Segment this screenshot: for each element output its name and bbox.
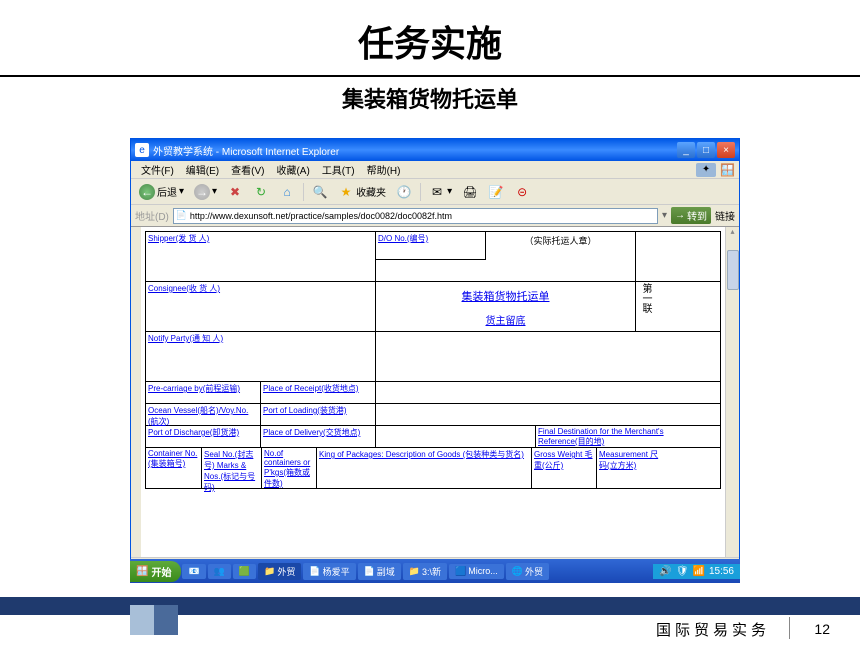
url-text: http://www.dexunsoft.net/practice/sample… — [190, 211, 452, 221]
task-item-4[interactable]: 📁 3:\新 — [403, 563, 447, 580]
back-button[interactable]: ←后退 ▾ — [135, 182, 188, 202]
home-button[interactable]: ⌂ — [275, 182, 299, 202]
print-icon: 🖨 — [462, 184, 478, 200]
copy-label: 第一联 — [638, 283, 653, 313]
mail-icon: ✉ — [429, 184, 445, 200]
maximize-button[interactable]: □ — [697, 142, 715, 158]
ocean-vessel-label[interactable]: Ocean Vessel(船名)/Voy.No.(航次) — [148, 406, 248, 426]
search-button[interactable]: 🔍 — [308, 182, 332, 202]
task-item-2[interactable]: 📄 杨爱平 — [303, 563, 355, 580]
address-label: 地址(D) — [135, 208, 169, 223]
back-icon: ← — [139, 184, 155, 200]
history-button[interactable]: 🕐 — [392, 182, 416, 202]
document-title[interactable]: 集装箱货物托运单 — [378, 288, 633, 304]
stop-icon: ✖ — [227, 184, 243, 200]
tray-icon-3[interactable]: 📶 — [693, 566, 705, 577]
quick-launch-3[interactable]: 🟩 — [233, 564, 256, 579]
close-button[interactable]: × — [717, 142, 735, 158]
windows-flag-icon: 🪟 — [720, 163, 735, 177]
links-label[interactable]: 链接 — [715, 208, 735, 223]
toolbar: ←后退 ▾ → ▾ ✖ ↻ ⌂ 🔍 ★收藏夹 🕐 ✉▾ 🖨 📝 ⊝ — [131, 179, 739, 205]
scroll-thumb[interactable] — [727, 250, 739, 290]
footer-text: 国际贸易实务 — [656, 619, 770, 640]
print-button[interactable]: 🖨 — [458, 182, 482, 202]
edit-button[interactable]: 📝 — [484, 182, 508, 202]
port-discharge-label[interactable]: Port of Discharge(卸货港) — [148, 428, 239, 437]
minimize-button[interactable]: _ — [677, 142, 695, 158]
menu-view[interactable]: 查看(V) — [225, 162, 270, 177]
task-item-3[interactable]: 📄 副域 — [358, 563, 401, 580]
go-button[interactable]: → 转到 — [671, 207, 711, 224]
history-icon: 🕐 — [396, 184, 412, 200]
edit-icon: 📝 — [488, 184, 504, 200]
seal-no-label[interactable]: Seal No.(封志号) Marks & Nos.(标记与号码) — [204, 450, 255, 492]
document-subtitle[interactable]: 货主留底 — [378, 312, 633, 327]
window-title: 外贸教学系统 - Microsoft Internet Explorer — [153, 143, 677, 158]
task-item-5[interactable]: 🟦 Micro... — [449, 564, 504, 579]
refresh-icon: ↻ — [253, 184, 269, 200]
menu-edit[interactable]: 编辑(E) — [180, 162, 225, 177]
start-button[interactable]: 🪟 开始 — [130, 561, 181, 582]
final-dest-label[interactable]: Final Destination for the Merchant's Ref… — [538, 427, 664, 446]
browser-window: e 外贸教学系统 - Microsoft Internet Explorer _… — [130, 138, 740, 568]
address-input[interactable]: 📄 http://www.dexunsoft.net/practice/samp… — [173, 208, 658, 224]
taskbar: 🪟 开始 📧 👥 🟩 📁 外贸 📄 杨爱平 📄 副域 📁 3:\新 🟦 Micr… — [130, 559, 740, 583]
search-icon: 🔍 — [312, 184, 328, 200]
shipper-label[interactable]: Shipper(发 货 人) — [148, 234, 209, 243]
stop-button[interactable]: ✖ — [223, 182, 247, 202]
menu-help[interactable]: 帮助(H) — [361, 162, 407, 177]
booking-no-label[interactable]: D/O No.(编号) — [378, 234, 428, 243]
slide-subtitle: 集装箱货物托运单 — [0, 77, 860, 119]
menu-tools[interactable]: 工具(T) — [316, 162, 361, 177]
slide-title: 任务实施 — [0, 0, 860, 75]
place-receipt-label[interactable]: Place of Receipt(收货地点) — [263, 384, 359, 393]
no-containers-label[interactable]: No.of containers or P'kgs(箱数或件数) — [264, 449, 310, 488]
page-icon: 📄 — [176, 210, 188, 222]
titlebar: e 外贸教学系统 - Microsoft Internet Explorer _… — [131, 139, 739, 161]
menu-favorites[interactable]: 收藏(A) — [270, 162, 315, 177]
consignee-label[interactable]: Consignee(收 货 人) — [148, 284, 220, 293]
precarriage-label[interactable]: Pre-carriage by(前程运输) — [148, 384, 240, 393]
kind-packages-label[interactable]: King of Packages: Description of Goods (… — [319, 450, 524, 459]
discuss-icon: ⊝ — [514, 184, 530, 200]
tray-icon-2[interactable]: 🛡 — [676, 566, 689, 577]
refresh-button[interactable]: ↻ — [249, 182, 273, 202]
quick-launch-1[interactable]: 📧 — [182, 564, 205, 579]
forward-icon: → — [194, 184, 210, 200]
menu-file[interactable]: 文件(F) — [135, 162, 180, 177]
tray-time: 15:56 — [709, 566, 734, 577]
mail-button[interactable]: ✉▾ — [425, 182, 456, 202]
discuss-button[interactable]: ⊝ — [510, 182, 534, 202]
toolbar-separator — [303, 183, 304, 201]
toolbar-separator-2 — [420, 183, 421, 201]
system-tray[interactable]: 🔊 🛡 📶 15:56 — [653, 564, 740, 579]
gross-weight-label[interactable]: Gross Weight 毛重(公斤) — [534, 450, 593, 470]
ie-icon: e — [135, 143, 149, 157]
place-delivery-label[interactable]: Place of Delivery(交货地点) — [263, 428, 360, 437]
slide-footer: 国际贸易实务 12 — [0, 597, 860, 645]
document-content: Shipper(发 货 人) D/O No.(编号) （实际托运人章） Cons… — [141, 227, 725, 557]
menubar: 文件(F) 编辑(E) 查看(V) 收藏(A) 工具(T) 帮助(H) ✦ 🪟 — [131, 161, 739, 179]
forward-button[interactable]: → ▾ — [190, 182, 221, 202]
consignor-stamp-label: （实际托运人章） — [486, 232, 636, 281]
favorites-button[interactable]: ★收藏夹 — [334, 182, 390, 202]
measurement-label[interactable]: Measurement 尺码(立方米) — [599, 450, 658, 470]
home-icon: ⌂ — [279, 184, 295, 200]
container-no-label[interactable]: Container No.(集装箱号) — [148, 449, 197, 468]
brand-logo: ✦ — [696, 163, 716, 177]
page-number: 12 — [814, 621, 830, 637]
task-item-1[interactable]: 📁 外贸 — [258, 563, 301, 580]
tray-icon[interactable]: 🔊 — [659, 566, 671, 577]
port-loading-label[interactable]: Port of Loading(装货港) — [263, 406, 347, 415]
notify-label[interactable]: Notify Party(通 知 人) — [148, 334, 223, 343]
addressbar: 地址(D) 📄 http://www.dexunsoft.net/practic… — [131, 205, 739, 227]
vertical-scrollbar[interactable]: ▴ — [725, 227, 739, 557]
star-icon: ★ — [338, 184, 354, 200]
task-item-6[interactable]: 🌐 外贸 — [506, 563, 549, 580]
quick-launch-2[interactable]: 👥 — [208, 564, 231, 579]
content-area: Shipper(发 货 人) D/O No.(编号) （实际托运人章） Cons… — [131, 227, 739, 557]
